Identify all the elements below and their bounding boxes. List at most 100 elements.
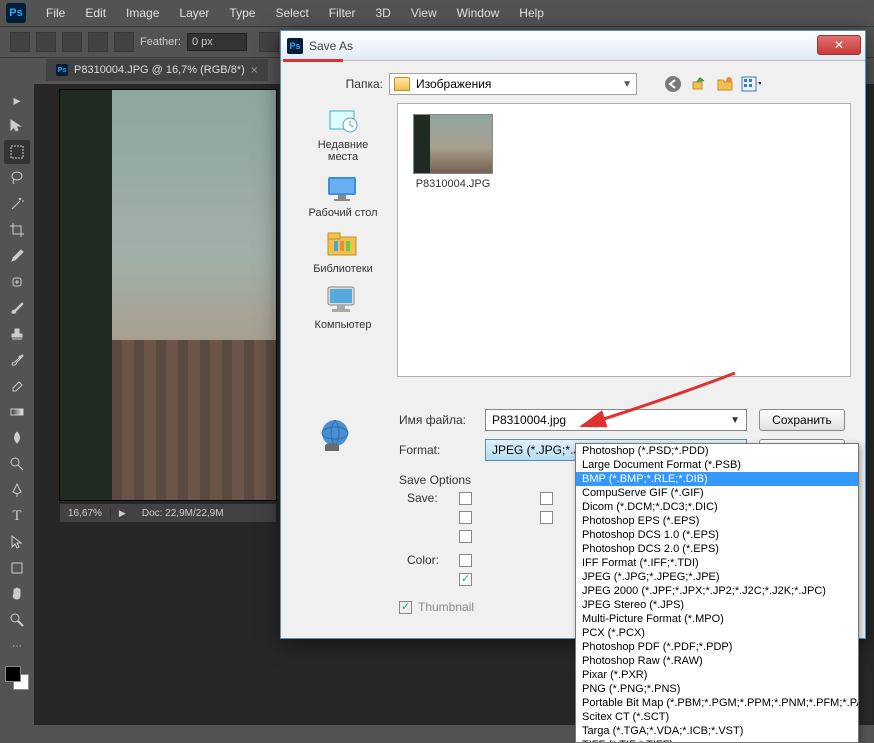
nav-back-icon[interactable]	[663, 74, 683, 94]
format-option[interactable]: JPEG Stereo (*.JPS)	[576, 598, 858, 612]
format-option[interactable]: Targa (*.TGA;*.VDA;*.ICB;*.VST)	[576, 724, 858, 738]
save-cb1[interactable]	[459, 492, 472, 505]
file-list[interactable]: P8310004.JPG	[397, 103, 851, 377]
dialog-titlebar[interactable]: Ps Save As ✕	[281, 31, 865, 61]
chevron-down-icon: ▼	[622, 79, 632, 90]
expand-icon[interactable]: ▸	[4, 88, 30, 112]
crop-tool[interactable]	[4, 218, 30, 242]
format-option[interactable]: PNG (*.PNG;*.PNS)	[576, 682, 858, 696]
menu-3d[interactable]: 3D	[365, 2, 400, 24]
save-cb2[interactable]	[540, 492, 553, 505]
marquee-opt3-icon[interactable]	[88, 32, 108, 52]
doc-tab-icon: Ps	[56, 64, 68, 76]
format-option[interactable]: JPEG 2000 (*.JPF;*.JPX;*.JP2;*.J2C;*.J2K…	[576, 584, 858, 598]
hand-tool[interactable]	[4, 582, 30, 606]
format-option[interactable]: JPEG (*.JPG;*.JPEG;*.JPE)	[576, 570, 858, 584]
canvas-image[interactable]	[60, 90, 276, 500]
folder-icon	[394, 77, 410, 91]
format-option[interactable]: Multi-Picture Format (*.MPO)	[576, 612, 858, 626]
format-option[interactable]: Dicom (*.DCM;*.DC3;*.DIC)	[576, 500, 858, 514]
place-label: Библиотеки	[313, 263, 373, 275]
format-option[interactable]: Photoshop Raw (*.RAW)	[576, 654, 858, 668]
stamp-tool[interactable]	[4, 322, 30, 346]
marquee-tool[interactable]	[4, 140, 30, 164]
format-option[interactable]: TIFF (*.TIF;*.TIFF)	[576, 738, 858, 743]
format-option[interactable]: PCX (*.PCX)	[576, 626, 858, 640]
new-folder-icon[interactable]	[715, 74, 735, 94]
menu-window[interactable]: Window	[447, 2, 510, 24]
place-desktop[interactable]: Рабочий стол	[308, 171, 377, 219]
format-option[interactable]: Scitex CT (*.SCT)	[576, 710, 858, 724]
format-option[interactable]: Photoshop EPS (*.EPS)	[576, 514, 858, 528]
place-recent[interactable]: Недавниеместа	[318, 103, 369, 163]
save-cb4[interactable]	[540, 511, 553, 524]
eyedropper-tool[interactable]	[4, 244, 30, 268]
menubar: Ps FileEditImageLayerTypeSelectFilter3DV…	[0, 0, 874, 26]
color-cb1[interactable]	[459, 554, 472, 567]
folder-combo[interactable]: Изображения ▼	[389, 73, 637, 95]
lasso-tool[interactable]	[4, 166, 30, 190]
marquee-opt-icon[interactable]	[36, 32, 56, 52]
menu-type[interactable]: Type	[219, 2, 265, 24]
blur-tool[interactable]	[4, 426, 30, 450]
marquee-opt2-icon[interactable]	[62, 32, 82, 52]
save-cb5[interactable]	[459, 530, 472, 543]
view-menu-icon[interactable]	[741, 74, 761, 94]
status-bar: 16,67% ▶ Doc: 22,9M/22,9M	[60, 504, 276, 522]
place-libs[interactable]: Библиотеки	[313, 227, 373, 275]
save-button[interactable]: Сохранить	[759, 409, 845, 431]
format-option[interactable]: Pixar (*.PXR)	[576, 668, 858, 682]
healing-tool[interactable]	[4, 270, 30, 294]
marquee-opt4-icon[interactable]	[114, 32, 134, 52]
save-cb3[interactable]	[459, 511, 472, 524]
tools-more-icon[interactable]: ⋯	[4, 634, 30, 658]
format-dropdown[interactable]: Photoshop (*.PSD;*.PDD)Large Document Fo…	[575, 443, 859, 743]
file-thumbnail	[413, 114, 493, 174]
wand-tool[interactable]	[4, 192, 30, 216]
menu-filter[interactable]: Filter	[319, 2, 366, 24]
close-button[interactable]: ✕	[817, 35, 861, 55]
zoom-tool[interactable]	[4, 608, 30, 632]
color-cb2[interactable]	[459, 573, 472, 586]
network-icon[interactable]	[317, 417, 357, 453]
color-swatches[interactable]	[3, 664, 31, 692]
anti-alias-icon[interactable]	[259, 32, 279, 52]
history-brush-tool[interactable]	[4, 348, 30, 372]
file-item[interactable]: P8310004.JPG	[408, 114, 498, 190]
menu-layer[interactable]: Layer	[169, 2, 219, 24]
menu-select[interactable]: Select	[265, 2, 318, 24]
dodge-tool[interactable]	[4, 452, 30, 476]
menu-file[interactable]: File	[36, 2, 75, 24]
place-computer[interactable]: Компьютер	[315, 283, 372, 331]
format-option[interactable]: Portable Bit Map (*.PBM;*.PGM;*.PPM;*.PN…	[576, 696, 858, 710]
doc-tab-close-icon[interactable]: ×	[251, 63, 258, 77]
brush-tool[interactable]	[4, 296, 30, 320]
move-tool[interactable]	[4, 114, 30, 138]
nav-up-icon[interactable]	[689, 74, 709, 94]
dialog-title: Save As	[309, 39, 353, 53]
doc-tab[interactable]: Ps P8310004.JPG @ 16,7% (RGB/8*) ×	[46, 59, 268, 81]
saveas-dialog: Ps Save As ✕ Папка: Изображения ▼ Недавн…	[280, 30, 866, 639]
format-option[interactable]: BMP (*.BMP;*.RLE;*.DIB)	[576, 472, 858, 486]
type-tool[interactable]: T	[4, 504, 30, 528]
shape-tool[interactable]	[4, 556, 30, 580]
menu-image[interactable]: Image	[116, 2, 169, 24]
format-option[interactable]: Photoshop DCS 2.0 (*.EPS)	[576, 542, 858, 556]
menu-edit[interactable]: Edit	[75, 2, 116, 24]
format-option[interactable]: CompuServe GIF (*.GIF)	[576, 486, 858, 500]
menu-help[interactable]: Help	[509, 2, 554, 24]
format-option[interactable]: Photoshop PDF (*.PDF;*.PDP)	[576, 640, 858, 654]
filename-input[interactable]: P8310004.jpg ▼	[485, 409, 747, 431]
path-select-tool[interactable]	[4, 530, 30, 554]
feather-input[interactable]	[187, 33, 247, 51]
format-option[interactable]: IFF Format (*.IFF;*.TDI)	[576, 556, 858, 570]
format-option[interactable]: Photoshop DCS 1.0 (*.EPS)	[576, 528, 858, 542]
zoom-level[interactable]: 16,67%	[60, 508, 111, 519]
eraser-tool[interactable]	[4, 374, 30, 398]
pen-tool[interactable]	[4, 478, 30, 502]
format-option[interactable]: Large Document Format (*.PSB)	[576, 458, 858, 472]
menu-view[interactable]: View	[401, 2, 447, 24]
gradient-tool[interactable]	[4, 400, 30, 424]
tool-preset-icon[interactable]	[10, 32, 30, 52]
format-option[interactable]: Photoshop (*.PSD;*.PDD)	[576, 444, 858, 458]
